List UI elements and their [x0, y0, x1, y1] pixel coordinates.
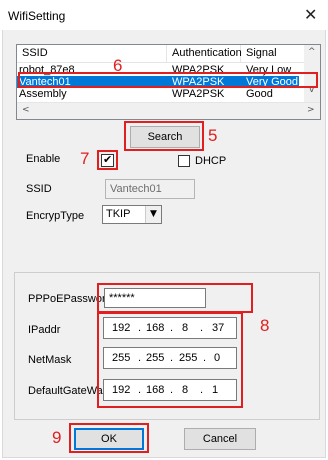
annotation-box-ok — [69, 423, 149, 453]
row-ssid: Assembly — [19, 88, 67, 100]
list-header: SSID Authentication Signal — [17, 45, 320, 63]
default-gateway-label: DefaultGateWa — [28, 385, 103, 397]
annotation-box-pppoe — [97, 283, 253, 313]
scroll-up-icon[interactable]: ^ — [308, 47, 316, 57]
dhcp-label: DHCP — [195, 155, 227, 167]
list-item[interactable]: Assembly WPA2PSK Good — [17, 88, 299, 100]
annotation-number-6: 6 — [113, 56, 123, 75]
annotation-number-5: 5 — [208, 126, 218, 145]
ipaddr-label: IPaddr — [28, 324, 61, 336]
cancel-button[interactable]: Cancel — [184, 428, 256, 450]
annotation-box-list-row — [18, 72, 318, 88]
annotation-box-enable — [97, 150, 118, 170]
ssid-label: SSID — [26, 183, 52, 195]
column-header-ssid[interactable]: SSID — [17, 45, 167, 63]
row-signal: Good — [246, 88, 273, 100]
close-icon[interactable]: ✕ — [304, 5, 317, 24]
window-title: WifiSetting — [8, 9, 66, 23]
annotation-box-ip-settings — [97, 312, 243, 408]
column-header-signal[interactable]: Signal — [241, 45, 291, 63]
annotation-number-9: 9 — [52, 428, 62, 447]
row-auth: WPA2PSK — [172, 88, 225, 100]
ssid-field: Vantech01 — [105, 179, 195, 199]
enable-label: Enable — [26, 153, 61, 165]
scroll-left-icon[interactable]: < — [22, 105, 30, 115]
annotation-number-7: 7 — [80, 149, 90, 168]
scroll-right-icon[interactable]: > — [307, 105, 315, 115]
annotation-number-8: 8 — [260, 316, 270, 335]
column-header-authentication[interactable]: Authentication — [167, 45, 242, 63]
annotation-box-search — [124, 121, 204, 151]
encryp-type-select[interactable]: TKIP ▼ — [102, 205, 162, 224]
encryp-type-value: TKIP — [106, 208, 131, 220]
title-bar: WifiSetting ✕ — [0, 0, 328, 30]
encryp-type-label: EncrypType — [26, 210, 85, 222]
dhcp-checkbox[interactable] — [178, 155, 190, 167]
horizontal-scrollbar[interactable]: < > — [17, 102, 320, 119]
netmask-label: NetMask — [28, 354, 72, 366]
chevron-down-icon[interactable]: ▼ — [145, 206, 161, 223]
